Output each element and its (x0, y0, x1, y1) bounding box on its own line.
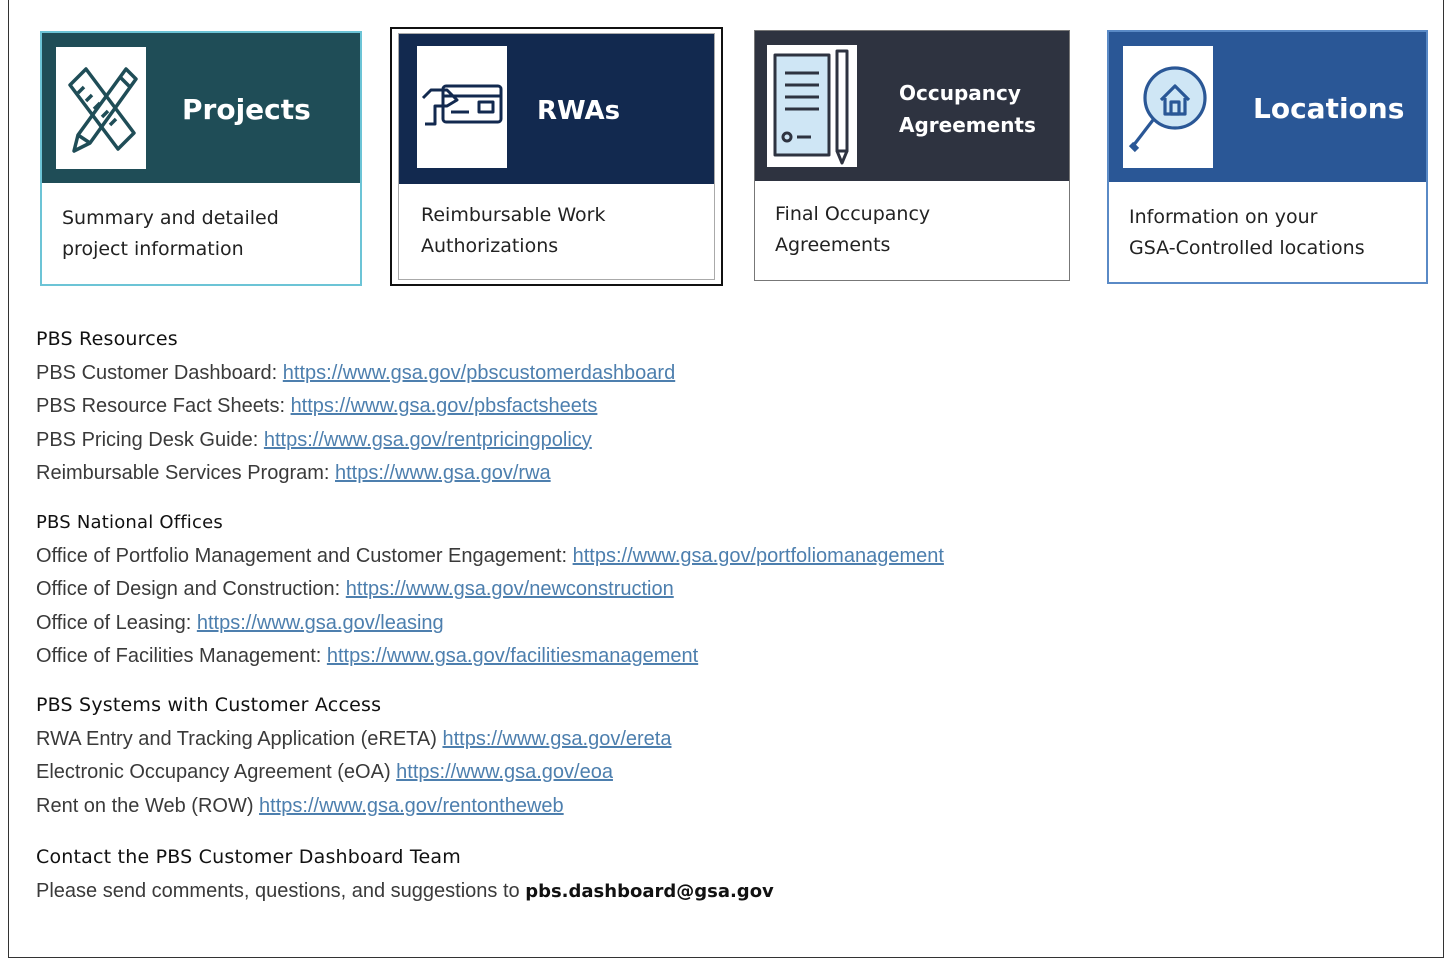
contact-email[interactable]: pbs.dashboard@gsa.gov (525, 881, 774, 902)
resource-line: PBS Resource Fact Sheets: https://www.gs… (36, 390, 675, 424)
office-label: Office of Leasing: (36, 611, 197, 634)
system-label: Rent on the Web (ROW) (36, 794, 260, 817)
rwas-tile-header: RWAs (399, 34, 714, 184)
office-link[interactable]: https://www.gsa.gov/leasing (197, 612, 444, 634)
systems-heading: PBS Systems with Customer Access (36, 694, 382, 716)
occupancy-desc-line1: Final Occupancy (775, 203, 931, 225)
projects-desc-line2: project information (62, 238, 244, 260)
system-line: Rent on the Web (ROW) https://www.gsa.go… (36, 790, 671, 824)
office-line: Office of Portfolio Management and Custo… (36, 540, 944, 574)
location-search-icon (1123, 46, 1213, 168)
locations-tile[interactable]: Locations Information on your GSA-Contro… (1107, 30, 1428, 284)
projects-desc-line1: Summary and detailed (62, 207, 279, 229)
locations-desc-line2: GSA-Controlled locations (1129, 237, 1365, 259)
system-link[interactable]: https://www.gsa.gov/ereta (442, 728, 671, 750)
ruler-pencil-icon (56, 47, 146, 169)
resource-line: PBS Pricing Desk Guide: https://www.gsa.… (36, 424, 675, 458)
offices-heading: PBS National Offices (36, 512, 223, 533)
projects-title: Projects (182, 93, 311, 126)
system-label: RWA Entry and Tracking Application (eRET… (36, 727, 443, 750)
office-link[interactable]: https://www.gsa.gov/portfoliomanagement (573, 545, 944, 567)
projects-tile[interactable]: Projects Summary and detailed project in… (40, 31, 362, 286)
resource-label: PBS Customer Dashboard: (36, 361, 283, 384)
system-link[interactable]: https://www.gsa.gov/rentontheweb (259, 795, 564, 817)
resource-label: PBS Pricing Desk Guide: (36, 428, 264, 451)
office-link[interactable]: https://www.gsa.gov/newconstruction (346, 578, 674, 600)
system-label: Electronic Occupancy Agreement (eOA) (36, 761, 397, 783)
office-label: Office of Design and Construction: (36, 578, 346, 600)
contact-text: Please send comments, questions, and sug… (36, 879, 526, 902)
resource-line: PBS Customer Dashboard: https://www.gsa.… (36, 357, 675, 391)
offices-section: PBS National Offices Office of Portfolio… (36, 506, 944, 674)
resource-link[interactable]: https://www.gsa.gov/pbsfactsheets (291, 395, 598, 417)
occupancy-title-line1: Occupancy (899, 81, 1021, 105)
resource-link[interactable]: https://www.gsa.gov/rentpricingpolicy (264, 429, 592, 451)
card-payment-icon (417, 46, 507, 168)
document-pen-icon (767, 45, 857, 167)
resources-section: PBS Resources PBS Customer Dashboard: ht… (36, 323, 675, 491)
resource-link[interactable]: https://www.gsa.gov/rwa (335, 462, 551, 484)
locations-title: Locations (1253, 92, 1405, 125)
office-line: Office of Facilities Management: https:/… (36, 640, 944, 674)
projects-tile-header: Projects (42, 33, 360, 183)
office-link[interactable]: https://www.gsa.gov/facilitiesmanagement (327, 645, 698, 667)
rwas-title: RWAs (537, 96, 621, 126)
systems-section: PBS Systems with Customer Access RWA Ent… (36, 689, 671, 823)
projects-description: Summary and detailed project information (62, 203, 279, 265)
rwas-description: Reimbursable Work Authorizations (421, 200, 605, 262)
resource-line: Reimbursable Services Program: https://w… (36, 457, 675, 491)
contact-line: Please send comments, questions, and sug… (36, 875, 774, 909)
dashboard-panel: Projects Summary and detailed project in… (8, 0, 1444, 958)
occupancy-tile-header: Occupancy Agreements (755, 31, 1069, 181)
resources-heading: PBS Resources (36, 328, 178, 350)
rwas-desc-line1: Reimbursable Work (421, 204, 606, 226)
occupancy-title: Occupancy Agreements (899, 77, 1036, 141)
office-line: Office of Leasing: https://www.gsa.gov/l… (36, 607, 944, 641)
occupancy-desc-line2: Agreements (775, 234, 891, 256)
system-line: Electronic Occupancy Agreement (eOA) htt… (36, 756, 671, 790)
resource-label: PBS Resource Fact Sheets: (36, 395, 291, 417)
system-link[interactable]: https://www.gsa.gov/eoa (396, 761, 613, 783)
rwas-desc-line2: Authorizations (421, 235, 559, 257)
occupancy-description: Final Occupancy Agreements (775, 199, 930, 261)
system-line: RWA Entry and Tracking Application (eRET… (36, 723, 671, 757)
rwas-tile[interactable]: RWAs Reimbursable Work Authorizations (390, 27, 723, 286)
contact-section: Contact the PBS Customer Dashboard Team … (36, 841, 774, 908)
occupancy-agreements-tile[interactable]: Occupancy Agreements Final Occupancy Agr… (754, 30, 1070, 281)
locations-tile-header: Locations (1109, 32, 1426, 182)
office-label: Office of Portfolio Management and Custo… (36, 544, 573, 567)
locations-desc-line1: Information on your (1129, 206, 1318, 228)
locations-description: Information on your GSA-Controlled locat… (1129, 202, 1365, 264)
contact-heading: Contact the PBS Customer Dashboard Team (36, 846, 461, 868)
occupancy-title-line2: Agreements (899, 113, 1036, 137)
resource-label: Reimbursable Services Program: (36, 462, 335, 484)
rwas-tile-inner: RWAs Reimbursable Work Authorizations (398, 33, 715, 280)
office-line: Office of Design and Construction: https… (36, 573, 944, 607)
office-label: Office of Facilities Management: (36, 645, 327, 667)
resource-link[interactable]: https://www.gsa.gov/pbscustomerdashboard (283, 362, 675, 384)
